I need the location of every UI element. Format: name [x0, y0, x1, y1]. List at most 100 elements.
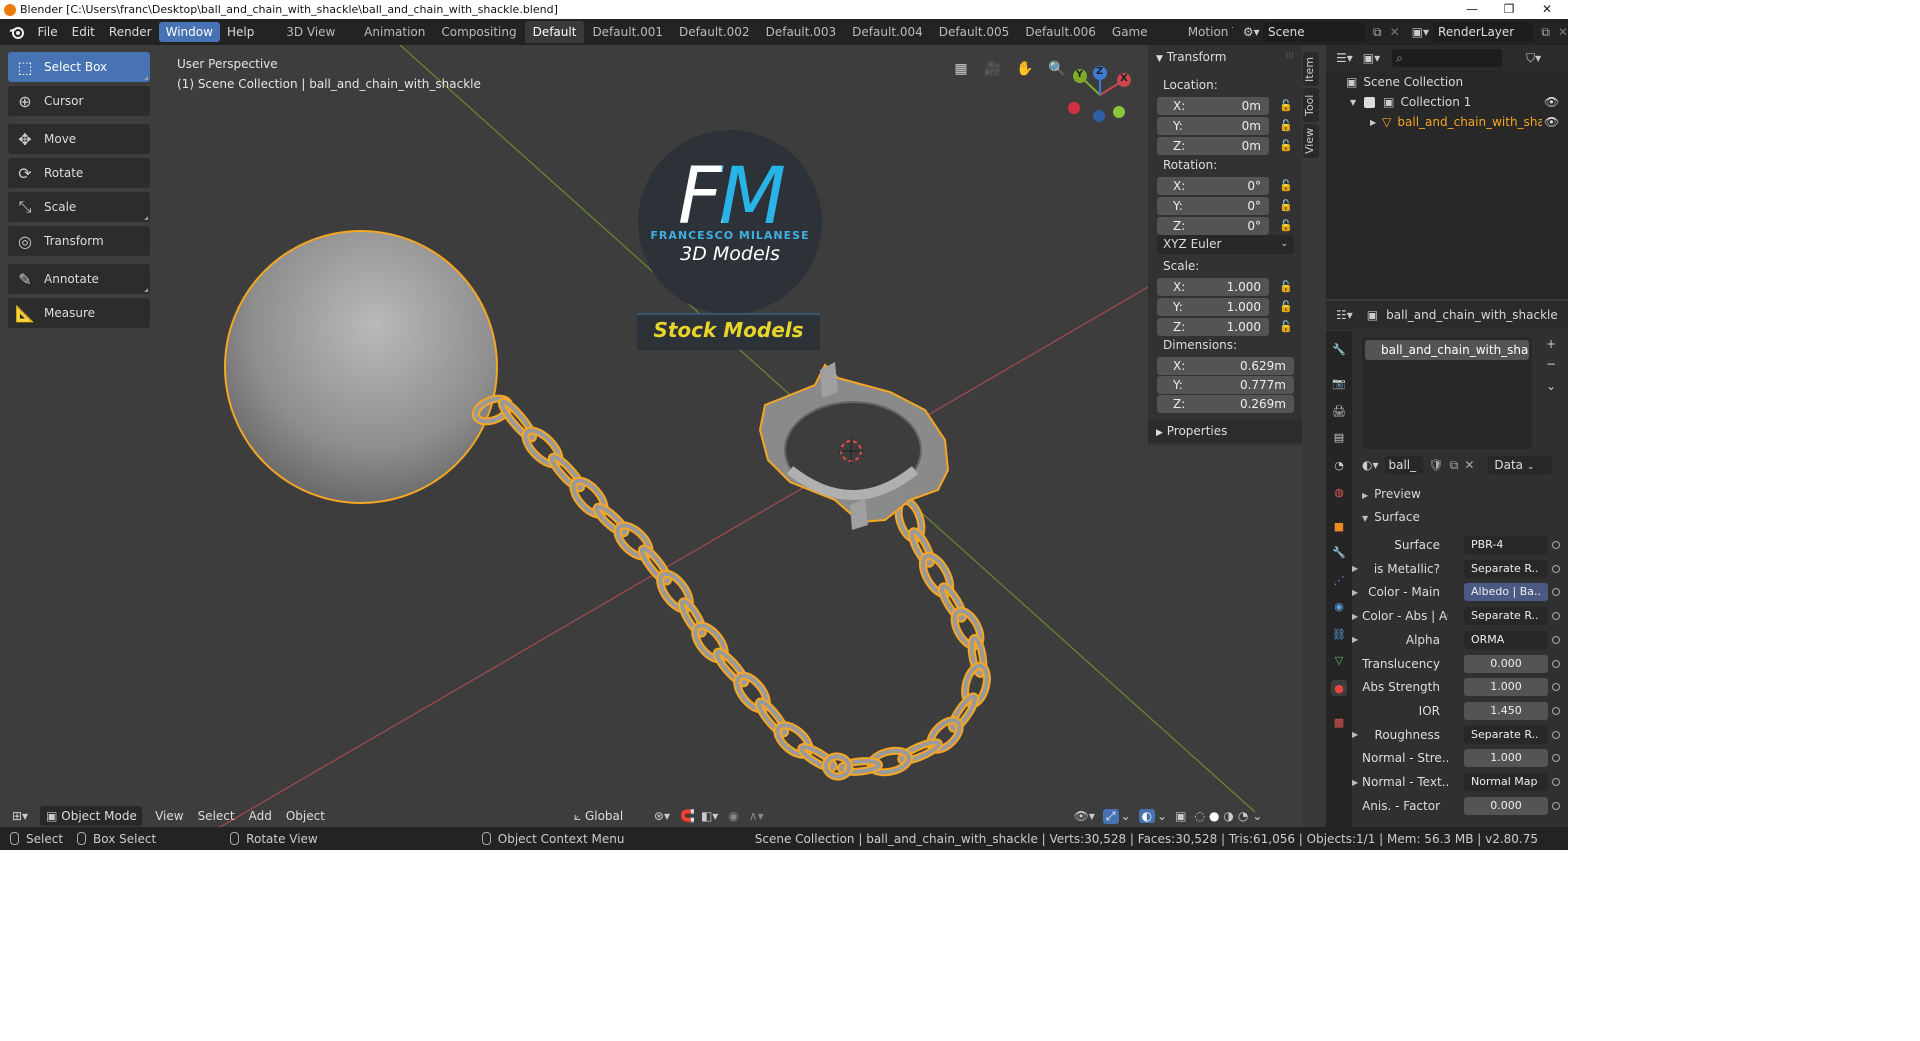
delete-layer-icon[interactable]: ✕ — [1558, 25, 1568, 39]
pan-hand-icon[interactable]: ✋ — [1012, 56, 1038, 82]
socket-icon[interactable] — [1552, 588, 1560, 597]
gizmo-z-label[interactable]: Z — [1096, 66, 1103, 77]
world-tab-icon[interactable]: ◍ — [1331, 484, 1347, 500]
falloff-icon[interactable]: ∧▾ — [749, 809, 764, 823]
rotation-x-field[interactable]: X: 0° — [1157, 177, 1269, 195]
gizmo-x-label[interactable]: X — [1120, 73, 1128, 84]
eye-icon[interactable]: 👁 — [1544, 95, 1559, 109]
tab-default-002[interactable]: Default.002 — [671, 21, 758, 43]
tab-default-001[interactable]: Default.001 — [584, 21, 671, 43]
dimensions-y-field[interactable]: Y: 0.777m — [1157, 376, 1294, 394]
socket-icon[interactable] — [1552, 754, 1560, 763]
menu-help[interactable]: Help — [220, 22, 261, 42]
tool-cursor[interactable]: ⊕ Cursor — [8, 86, 150, 116]
rotation-mode-select[interactable]: XYZ Euler ⌄ — [1157, 235, 1294, 254]
tab-default-005[interactable]: Default.005 — [931, 21, 1018, 43]
pivot-icon[interactable]: ⊛▾ — [654, 809, 670, 823]
ortho-toggle-icon[interactable]: ▦ — [948, 56, 974, 82]
tab-3d-view-full[interactable]: 3D View Full — [278, 21, 356, 61]
dimensions-x-field[interactable]: X: 0.629m — [1157, 357, 1294, 375]
snap-target-icon[interactable]: ◧▾ — [701, 809, 718, 823]
tool-rotate[interactable]: ⟳ Rotate — [8, 158, 150, 188]
property-value[interactable]: 1.450 — [1464, 701, 1548, 720]
checkbox-icon[interactable] — [1364, 96, 1376, 108]
lock-icon[interactable]: 🔓 — [1279, 119, 1293, 133]
rendered-shading-icon[interactable]: ◔ — [1238, 809, 1248, 823]
minimize-button[interactable]: — — [1455, 0, 1489, 19]
expand-right-icon[interactable]: ▶ — [1352, 635, 1358, 644]
surface-panel-header[interactable]: ▼ Surface — [1362, 510, 1420, 524]
property-value[interactable]: Separate R.. — [1464, 559, 1548, 578]
lock-icon[interactable]: 🔓 — [1279, 219, 1293, 233]
eye-icon[interactable]: 👁 — [1544, 115, 1559, 129]
output-tab-icon[interactable]: 🖨 — [1331, 403, 1347, 419]
tab-default[interactable]: Default — [524, 21, 585, 43]
rotation-z-field[interactable]: Z: 0° — [1157, 217, 1269, 235]
socket-icon[interactable] — [1552, 730, 1560, 739]
gizmo-y-label[interactable]: Y — [1076, 69, 1083, 80]
material-shading-icon[interactable]: ◑ — [1223, 809, 1233, 823]
lock-icon[interactable]: 🔓 — [1279, 139, 1293, 153]
tab-view[interactable]: View — [1303, 124, 1319, 158]
menu-file[interactable]: File — [31, 22, 65, 42]
tool-transform[interactable]: ◎ Transform — [8, 226, 150, 256]
material-name-field[interactable]: ball_ — [1384, 456, 1423, 474]
overlay-menu-icon[interactable]: ⌄ — [1157, 809, 1167, 823]
socket-icon[interactable] — [1552, 564, 1560, 573]
constraints-tab-icon[interactable]: ⛓ — [1331, 626, 1347, 642]
property-value[interactable]: 1.000 — [1464, 678, 1548, 697]
unlink-icon[interactable]: ✕ — [1464, 458, 1474, 472]
tool-move[interactable]: ✥ Move — [8, 124, 150, 154]
overlay-toggle-icon[interactable]: ◐ — [1138, 809, 1156, 823]
socket-icon[interactable] — [1552, 541, 1560, 549]
property-value[interactable]: Normal Map — [1464, 773, 1548, 791]
lock-icon[interactable]: 🔓 — [1279, 300, 1293, 314]
tab-compositing[interactable]: Compositing — [433, 21, 524, 43]
property-value[interactable]: 0.000 — [1464, 796, 1548, 815]
expand-right-icon[interactable]: ▶ — [1352, 588, 1358, 597]
tab-item[interactable]: Item — [1303, 52, 1319, 86]
delete-scene-icon[interactable]: ✕ — [1390, 25, 1400, 39]
tab-animation[interactable]: Animation — [356, 21, 433, 43]
preview-panel-header[interactable]: ▶ Preview — [1362, 487, 1421, 501]
outliner-row-scene[interactable]: ▣ Scene Collection — [1346, 75, 1463, 89]
socket-icon[interactable] — [1552, 612, 1560, 621]
remove-slot-icon[interactable]: − — [1546, 357, 1556, 371]
panel-grip-icon[interactable]: ⁞⁞⁞ — [1285, 51, 1294, 61]
scale-y-field[interactable]: Y: 1.000 — [1157, 298, 1269, 316]
mesh-data-tab-icon[interactable]: ▽ — [1331, 652, 1347, 668]
wireframe-shading-icon[interactable]: ◌ — [1194, 809, 1204, 823]
property-value[interactable]: ORMA — [1464, 630, 1548, 649]
property-value[interactable]: Separate R.. — [1464, 725, 1548, 744]
lock-icon[interactable]: 🔓 — [1279, 320, 1293, 334]
socket-icon[interactable] — [1552, 659, 1560, 668]
editor-type-icon[interactable]: ☰▾ — [1336, 51, 1353, 65]
add-slot-icon[interactable]: + — [1546, 337, 1556, 351]
menu-view[interactable]: View — [148, 806, 190, 826]
socket-icon[interactable] — [1552, 778, 1560, 786]
lock-icon[interactable]: 🔓 — [1279, 179, 1293, 193]
scene-tab-icon[interactable]: ◔ — [1331, 457, 1347, 473]
filter-icon[interactable]: ⛉▾ — [1526, 51, 1541, 66]
tab-default-006[interactable]: Default.006 — [1017, 21, 1104, 43]
xray-icon[interactable]: ▣ — [1175, 809, 1186, 823]
lock-icon[interactable]: 🔓 — [1279, 199, 1293, 213]
duplicate-icon[interactable]: ⧉ — [1450, 458, 1459, 473]
texture-tab-icon[interactable]: ▩ — [1331, 714, 1347, 730]
expand-right-icon[interactable]: ▶ — [1352, 564, 1358, 573]
3d-viewport[interactable]: FM FRANCESCO MILANESE 3D Models Stock Mo… — [0, 45, 1302, 827]
tool-select-box[interactable]: ⬚ Select Box — [8, 52, 150, 82]
socket-icon[interactable] — [1552, 683, 1560, 692]
scale-z-field[interactable]: Z: 1.000 — [1157, 318, 1269, 336]
socket-icon[interactable] — [1552, 801, 1560, 810]
render-layer-icon[interactable]: ▣▾ — [1412, 25, 1429, 39]
property-value[interactable]: Separate R.. — [1464, 607, 1548, 626]
expand-right-icon[interactable]: ▶ — [1352, 778, 1358, 787]
maximize-button[interactable]: ❐ — [1492, 0, 1526, 19]
scale-x-field[interactable]: X: 1.000 — [1157, 278, 1269, 296]
location-x-field[interactable]: X: 0m — [1157, 97, 1269, 115]
tool-measure[interactable]: 📐 Measure — [8, 298, 150, 328]
shading-menu-icon[interactable]: ⌄ — [1252, 809, 1262, 823]
material-browse-icon[interactable]: ◐▾ — [1362, 458, 1379, 472]
fake-user-icon[interactable]: 🛡 — [1429, 458, 1444, 472]
